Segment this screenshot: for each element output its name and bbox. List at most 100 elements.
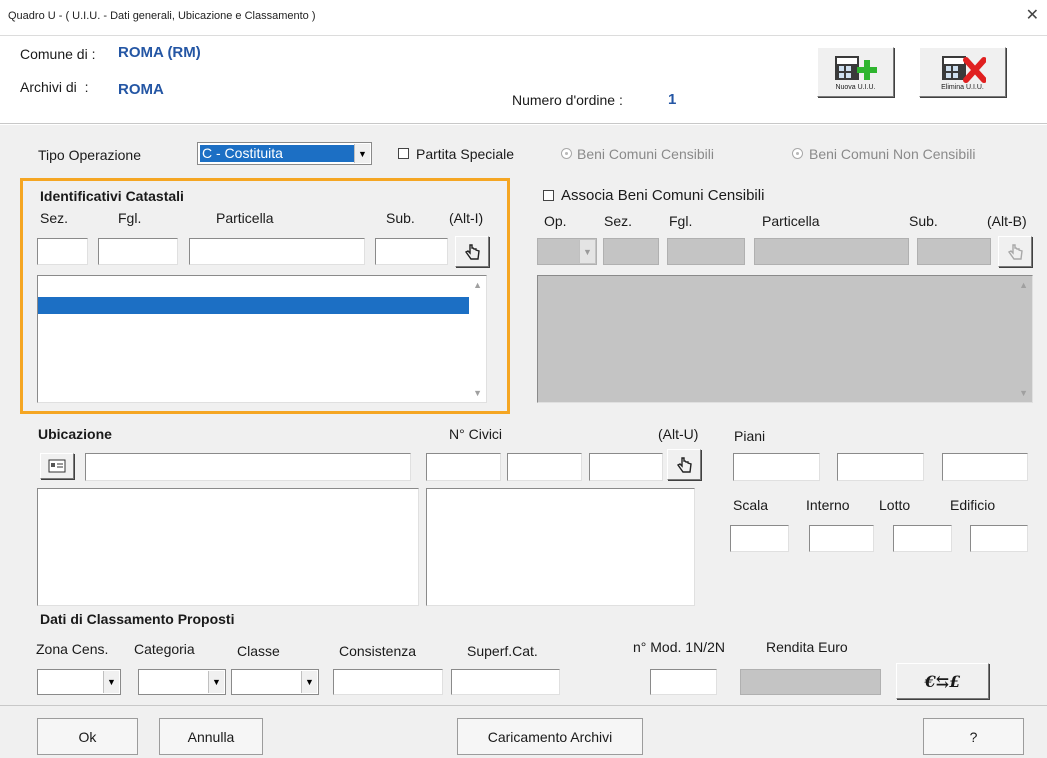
hand-pointer-icon — [1007, 243, 1023, 260]
archivi-label: Archivi di : — [20, 79, 89, 95]
rendita-label: Rendita Euro — [766, 639, 848, 655]
scroll-up-icon[interactable]: ▲ — [1019, 280, 1028, 290]
caricamento-archivi-button[interactable]: Caricamento Archivi — [457, 718, 643, 755]
beni-censibili-radio[interactable] — [561, 148, 572, 159]
annulla-button[interactable]: Annulla — [159, 718, 263, 755]
euro-lira-convert-button[interactable]: €⇆£ — [896, 663, 989, 699]
scroll-up-icon[interactable]: ▲ — [473, 280, 482, 290]
piano-2-input[interactable] — [837, 453, 924, 481]
close-icon[interactable]: ✕ — [1026, 8, 1039, 24]
interno-label: Interno — [806, 497, 850, 513]
tipo-operazione-select[interactable]: C - Costituita ▼ — [197, 142, 372, 165]
indirizzo-input[interactable] — [85, 453, 411, 481]
superf-input[interactable] — [451, 669, 560, 695]
scroll-down-icon[interactable]: ▼ — [1019, 388, 1028, 398]
scala-label: Scala — [733, 497, 769, 513]
building-plus-icon — [834, 55, 877, 80]
civico-3-input[interactable] — [589, 453, 663, 481]
associa-particella-input[interactable] — [754, 238, 909, 265]
ok-button[interactable]: Ok — [37, 718, 138, 755]
associa-fgl-input[interactable] — [667, 238, 745, 265]
zona-label: Zona Cens. — [36, 641, 109, 657]
associa-col-particella: Particella — [762, 213, 820, 229]
consistenza-input[interactable] — [333, 669, 443, 695]
ubicazione-title: Ubicazione — [38, 426, 112, 442]
associa-sub-input[interactable] — [917, 238, 991, 265]
col-sez: Sez. — [40, 210, 69, 226]
sez-input[interactable] — [37, 238, 88, 265]
indirizzi-list[interactable] — [37, 488, 419, 606]
edificio-input[interactable] — [970, 525, 1028, 552]
piani-label: Piani — [734, 428, 766, 444]
civico-1-input[interactable] — [426, 453, 501, 481]
zona-select[interactable]: ▼ — [37, 669, 121, 695]
help-button[interactable]: ? — [923, 718, 1024, 755]
comune-label: Comune di : — [20, 46, 96, 62]
civici-list[interactable] — [426, 488, 695, 606]
superf-label: Superf.Cat. — [467, 643, 538, 659]
particella-input[interactable] — [189, 238, 365, 265]
piano-1-input[interactable] — [733, 453, 820, 481]
piano-3-input[interactable] — [942, 453, 1028, 481]
rendita-input[interactable] — [740, 669, 881, 695]
col-sub: Sub. — [386, 210, 415, 226]
building-delete-icon — [941, 55, 986, 83]
edificio-label: Edificio — [950, 497, 996, 513]
interno-input[interactable] — [809, 525, 874, 552]
elimina-uiu-label: Elimina U.I.U. — [941, 83, 984, 91]
nuova-uiu-button[interactable]: Nuova U.I.U. — [817, 47, 894, 97]
ordine-label: Numero d'ordine : — [512, 92, 623, 108]
scroll-down-icon[interactable]: ▼ — [473, 388, 482, 398]
mod-input[interactable] — [650, 669, 717, 695]
add-identificativo-button[interactable] — [455, 236, 489, 267]
scala-input[interactable] — [730, 525, 789, 552]
tipo-operazione-value: C - Costituita — [200, 145, 354, 162]
associa-title: Associa Beni Comuni Censibili — [561, 187, 765, 204]
sub-input[interactable] — [375, 238, 448, 265]
elimina-uiu-button[interactable]: Elimina U.I.U. — [919, 47, 1006, 97]
classamento-title: Dati di Classamento Proposti — [40, 611, 235, 627]
identificativi-list[interactable]: ▲ ▼ — [37, 275, 487, 403]
civici-label: N° Civici — [449, 426, 503, 442]
archivi-value: ROMA — [118, 81, 164, 98]
partita-speciale-checkbox[interactable] — [398, 148, 409, 159]
lotto-input[interactable] — [893, 525, 952, 552]
associa-add-button[interactable] — [998, 236, 1032, 267]
ubicazione-shortcut: (Alt-U) — [658, 426, 699, 442]
col-particella: Particella — [216, 210, 274, 226]
beni-non-censibili-radio[interactable] — [792, 148, 803, 159]
identificativi-title: Identificativi Catastali — [40, 188, 184, 204]
partita-speciale-label: Partita Speciale — [416, 146, 515, 162]
civico-2-input[interactable] — [507, 453, 582, 481]
nuova-uiu-label: Nuova U.I.U. — [835, 83, 876, 91]
title-bar: Quadro U - ( U.I.U. - Dati generali, Ubi… — [0, 0, 1047, 36]
classe-label: Classe — [237, 643, 280, 659]
classe-select[interactable]: ▼ — [231, 669, 319, 695]
categoria-select[interactable]: ▼ — [138, 669, 226, 695]
associa-col-sub: Sub. — [909, 213, 938, 229]
identificativi-shortcut: (Alt-I) — [449, 210, 484, 226]
hand-pointer-icon — [464, 243, 480, 260]
window-title: Quadro U - ( U.I.U. - Dati generali, Ubi… — [8, 10, 316, 22]
associa-op-select[interactable]: ▼ — [537, 238, 597, 265]
footer-panel: Ok Annulla Caricamento Archivi ? — [0, 705, 1047, 758]
associa-list[interactable]: ▲ ▼ — [537, 275, 1033, 403]
beni-censibili-label: Beni Comuni Censibili — [577, 146, 714, 162]
associa-col-op: Op. — [544, 213, 567, 229]
ubicazione-lookup-button[interactable] — [40, 453, 74, 479]
mod-label: n° Mod. 1N/2N — [633, 639, 725, 655]
fgl-input[interactable] — [98, 238, 178, 265]
card-icon — [48, 459, 66, 473]
comune-value: ROMA (RM) — [118, 44, 201, 61]
header-panel: Comune di : ROMA (RM) Archivi di : ROMA … — [0, 36, 1047, 124]
list-item-selected[interactable] — [38, 297, 469, 314]
add-civico-button[interactable] — [667, 449, 701, 480]
categoria-label: Categoria — [134, 641, 195, 657]
associa-col-sez: Sez. — [604, 213, 633, 229]
associa-sez-input[interactable] — [603, 238, 659, 265]
consistenza-label: Consistenza — [339, 643, 417, 659]
associa-shortcut: (Alt-B) — [987, 213, 1027, 229]
associa-checkbox[interactable] — [543, 190, 554, 201]
ordine-value: 1 — [668, 91, 677, 108]
col-fgl: Fgl. — [118, 210, 142, 226]
